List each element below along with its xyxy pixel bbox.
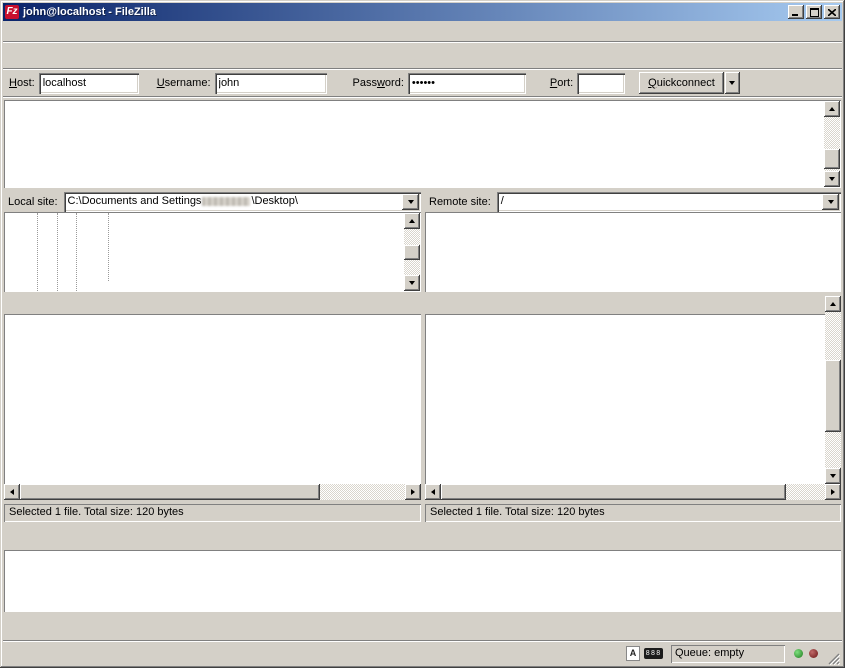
quickconnect-dropdown-button[interactable] xyxy=(725,72,740,94)
status-bar: A 888 Queue: empty xyxy=(3,640,842,665)
message-log xyxy=(4,100,841,188)
local-horizontal-scrollbar[interactable] xyxy=(4,484,421,500)
local-pane: Local site: C:\Documents and Settings\De… xyxy=(4,192,421,522)
local-site-combo[interactable]: C:\Documents and Settings\Desktop\ xyxy=(64,192,421,212)
remote-site-combo[interactable]: / xyxy=(497,192,841,212)
remote-site-dropdown-button[interactable] xyxy=(822,194,839,210)
scroll-right-button[interactable] xyxy=(825,484,841,500)
local-directory-tree xyxy=(4,212,421,292)
queue-size-indicator: Queue: empty xyxy=(671,645,785,663)
close-icon xyxy=(828,9,836,16)
scroll-down-button[interactable] xyxy=(404,275,420,291)
arrow-down-icon xyxy=(830,474,836,478)
quickconnect-bar: Host: Username: Password: Port: Quickcon… xyxy=(3,68,842,98)
quickconnect-button-label: Quickconnect xyxy=(648,77,715,89)
username-input[interactable] xyxy=(215,73,327,94)
title-bar: Fz john@localhost - FileZilla xyxy=(3,3,842,21)
local-tree-scrollbar[interactable] xyxy=(404,213,420,291)
local-site-dropdown-button[interactable] xyxy=(402,194,419,210)
arrow-up-icon xyxy=(829,107,835,111)
remote-file-list xyxy=(425,296,841,500)
tree-guide-line xyxy=(57,213,58,291)
local-site-path: C:\Documents and Settings\Desktop\ xyxy=(64,192,400,212)
local-site-label: Local site: xyxy=(4,196,64,208)
remote-horizontal-scrollbar[interactable] xyxy=(425,484,841,500)
arrow-left-icon xyxy=(10,489,14,495)
chevron-down-icon xyxy=(408,200,414,204)
remote-directory-tree xyxy=(425,212,841,292)
minimize-button[interactable] xyxy=(788,5,804,19)
scroll-thumb[interactable] xyxy=(20,484,320,500)
local-site-bar: Local site: C:\Documents and Settings\De… xyxy=(4,192,421,212)
scroll-left-button[interactable] xyxy=(425,484,441,500)
redacted-username xyxy=(202,197,250,206)
chevron-down-icon xyxy=(729,81,735,85)
remote-site-label: Remote site: xyxy=(425,196,497,208)
remote-site-path: / xyxy=(497,192,820,212)
arrow-down-icon xyxy=(829,177,835,181)
tree-guide-line xyxy=(76,213,77,291)
transfer-queue-pane xyxy=(4,526,841,612)
menu-bar xyxy=(3,21,842,41)
remote-site-bar: Remote site: / xyxy=(425,192,841,212)
minimize-icon xyxy=(792,8,800,16)
scroll-up-button[interactable] xyxy=(825,296,841,312)
filezilla-app-icon: Fz xyxy=(5,5,19,19)
port-label: Port: xyxy=(550,77,573,89)
datatype-ascii-icon: A xyxy=(626,646,640,661)
password-label: Password: xyxy=(353,77,404,89)
quickconnect-button[interactable]: Quickconnect xyxy=(639,72,724,94)
speed-limits-icon: 888 xyxy=(644,648,663,659)
scroll-thumb[interactable] xyxy=(404,245,420,260)
password-input[interactable] xyxy=(408,73,526,94)
maximize-button[interactable] xyxy=(806,5,822,19)
local-file-list xyxy=(4,296,421,500)
port-input[interactable] xyxy=(577,73,625,94)
transfer-queue-body[interactable] xyxy=(4,550,841,612)
scroll-thumb[interactable] xyxy=(824,149,840,169)
host-input[interactable] xyxy=(39,73,139,94)
send-activity-led xyxy=(809,649,818,658)
scroll-thumb[interactable] xyxy=(825,360,841,432)
resize-grip[interactable] xyxy=(827,652,840,665)
arrow-up-icon xyxy=(409,219,415,223)
filezilla-window: Fz john@localhost - FileZilla Host: User… xyxy=(0,0,845,668)
scroll-up-button[interactable] xyxy=(824,101,840,117)
arrow-down-icon xyxy=(409,281,415,285)
scroll-left-button[interactable] xyxy=(4,484,20,500)
scroll-down-button[interactable] xyxy=(825,468,841,484)
tree-guide-line xyxy=(108,213,109,281)
chevron-down-icon xyxy=(828,200,834,204)
scroll-right-button[interactable] xyxy=(405,484,421,500)
window-title: john@localhost - FileZilla xyxy=(23,6,786,18)
local-status-text: Selected 1 file. Total size: 120 bytes xyxy=(4,504,421,522)
username-label: Username: xyxy=(157,77,211,89)
close-button[interactable] xyxy=(824,5,840,19)
maximize-icon xyxy=(810,8,819,17)
toolbar xyxy=(3,41,842,68)
remote-status-text: Selected 1 file. Total size: 120 bytes xyxy=(425,504,841,522)
arrow-right-icon xyxy=(411,489,415,495)
arrow-up-icon xyxy=(830,302,836,306)
scroll-up-button[interactable] xyxy=(404,213,420,229)
host-label: Host: xyxy=(9,77,35,89)
remote-pane: Remote site: / Selected 1 file. Total xyxy=(425,192,841,522)
receive-activity-led xyxy=(794,649,803,658)
tree-guide-line xyxy=(37,213,38,291)
scroll-thumb[interactable] xyxy=(441,484,786,500)
scroll-down-button[interactable] xyxy=(824,171,840,187)
arrow-right-icon xyxy=(831,489,835,495)
remote-list-scrollbar[interactable] xyxy=(825,296,841,484)
arrow-left-icon xyxy=(431,489,435,495)
log-scrollbar[interactable] xyxy=(824,101,840,187)
